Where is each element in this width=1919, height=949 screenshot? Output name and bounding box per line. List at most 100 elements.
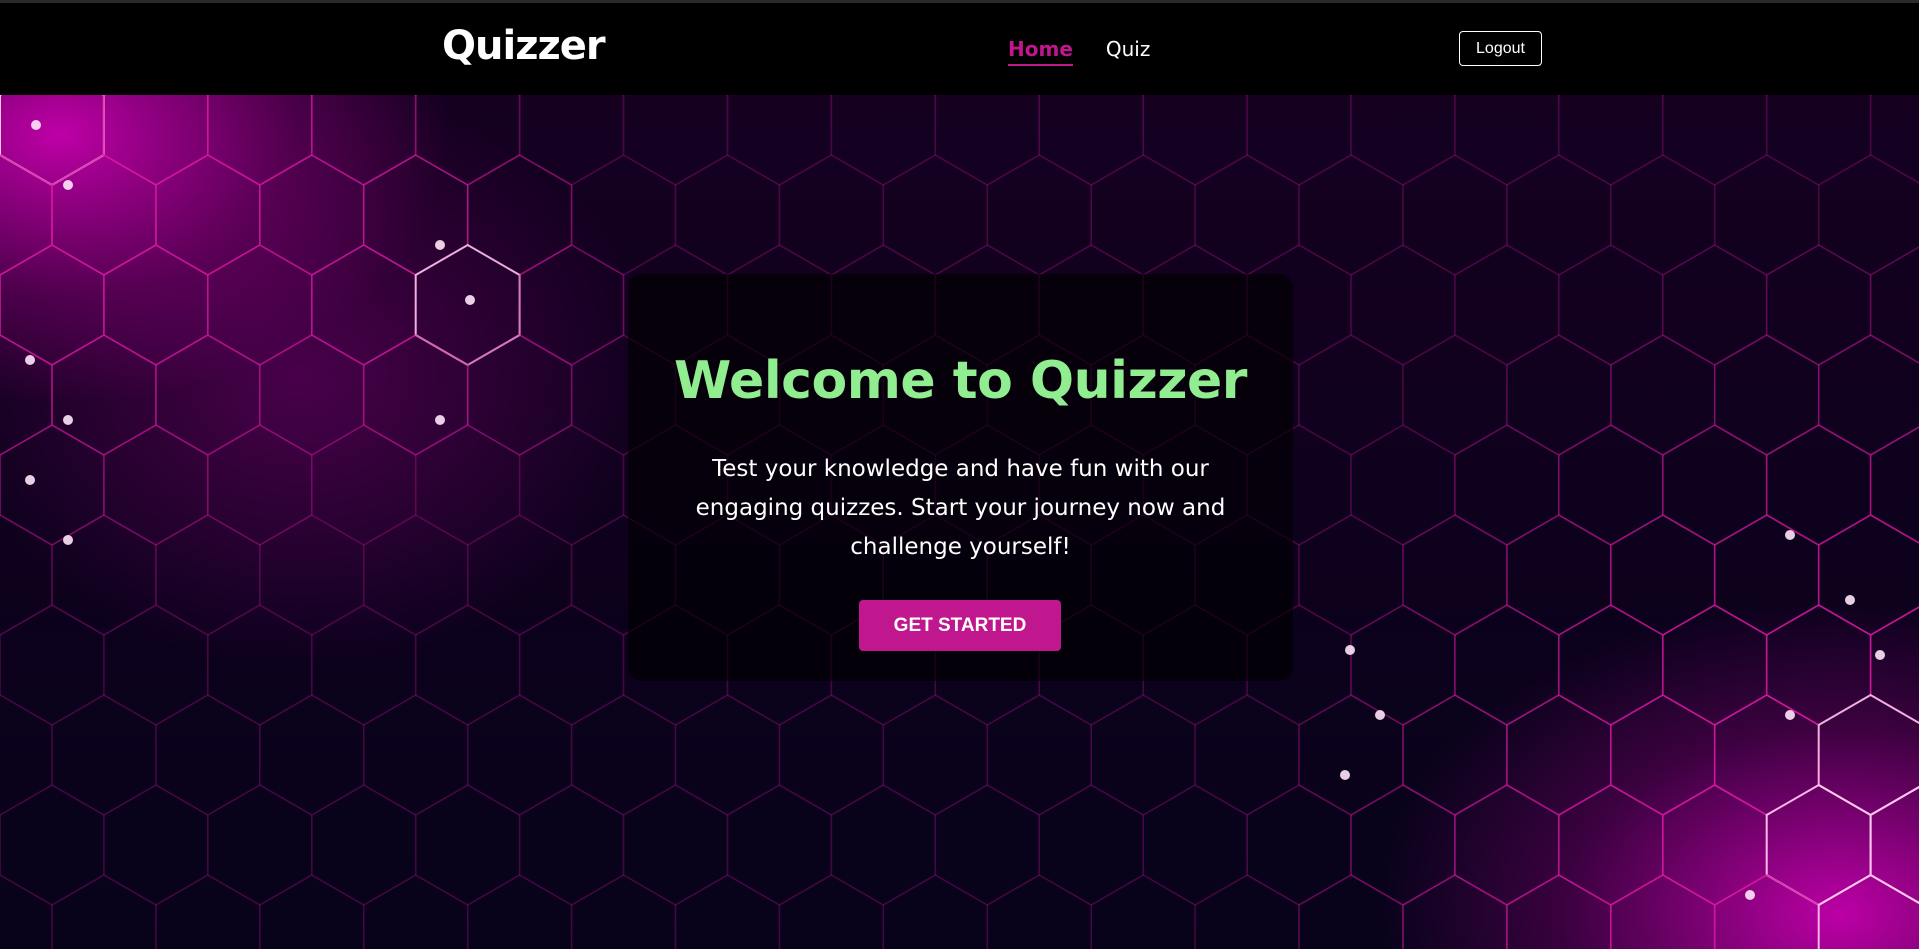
hexagon-cell — [1610, 514, 1716, 636]
hexagon-cell — [1558, 424, 1664, 546]
hexagon-cell — [1090, 154, 1196, 276]
hexagon-cell — [1454, 244, 1560, 366]
hexagon-cell — [103, 95, 209, 186]
hexagon-cell — [258, 334, 365, 456]
hexagon-cell — [1662, 424, 1768, 546]
hexagon-cell — [1506, 334, 1612, 456]
hexagon-cell — [414, 243, 521, 367]
hexagon-cell — [1662, 604, 1768, 726]
hexagon-cell — [570, 154, 677, 276]
glow-node — [435, 240, 445, 250]
hexagon-cell — [362, 514, 469, 636]
hexagon-cell — [1713, 874, 1820, 949]
hexagon-cell — [1350, 244, 1456, 366]
hexagon-cell — [258, 154, 365, 276]
hexagon-cell — [466, 154, 573, 276]
hexagon-cell — [0, 514, 53, 636]
glow-node — [1785, 530, 1795, 540]
hexagon-cell — [1610, 694, 1716, 816]
hexagon-cell — [1402, 874, 1508, 949]
glow-node — [1340, 770, 1350, 780]
hexagon-cell — [103, 784, 209, 906]
hexagon-cell — [207, 244, 313, 366]
hexagon-cell — [1869, 246, 1919, 364]
nav-home[interactable]: Home — [1008, 37, 1073, 66]
glow-node — [1375, 710, 1385, 720]
hexagon-cell — [934, 784, 1040, 906]
hexagon-cell — [103, 244, 209, 366]
hexagon-cell — [1402, 514, 1508, 636]
hexagon-cell — [0, 424, 105, 546]
hexagon-cell — [778, 874, 885, 949]
hexagon-cell — [1713, 334, 1820, 456]
hexagon-cell — [155, 514, 261, 636]
hexagon-cell — [1713, 154, 1820, 276]
hexagon-cell — [674, 694, 781, 816]
hexagon-cell — [466, 514, 573, 636]
hexagon-cell — [518, 784, 625, 906]
hexagon-cell — [51, 334, 157, 456]
glow-node — [465, 295, 475, 305]
hexagon-cell — [1817, 693, 1919, 817]
hexagon-cell — [1402, 694, 1508, 816]
brand-logo[interactable]: Quizzer — [442, 23, 606, 69]
hexagon-cell — [1246, 784, 1352, 906]
hexagon-cell — [1506, 154, 1612, 276]
hexagon-cell — [830, 95, 937, 186]
hexagon-cell — [1765, 783, 1872, 907]
hexagon-cell — [207, 784, 313, 906]
hexagon-cell — [1298, 694, 1404, 816]
hexagon-cell — [0, 244, 105, 366]
hexagon-cell — [1298, 154, 1404, 276]
glow-node — [63, 415, 73, 425]
hexagon-cell — [1869, 426, 1919, 544]
hexagon-cell — [882, 694, 989, 816]
glow-node — [435, 415, 445, 425]
nav-links: Home Quiz — [1008, 37, 1150, 66]
hexagon-cell — [310, 604, 417, 726]
hexagon-cell — [466, 694, 573, 816]
hexagon-cell — [207, 424, 313, 546]
hexagon-cell — [1817, 334, 1919, 456]
hexagon-cell — [1038, 784, 1144, 906]
hexagon-cell — [518, 95, 625, 186]
hexagon-cell — [310, 424, 417, 546]
hexagon-cell — [518, 604, 625, 726]
hexagon-cell — [1246, 95, 1352, 186]
hexagon-cell — [51, 514, 157, 636]
hexagon-cell — [882, 154, 989, 276]
hexagon-cell — [258, 694, 365, 816]
hexagon-cell — [1402, 334, 1508, 456]
hexagon-cell — [0, 154, 53, 276]
logout-button[interactable]: Logout — [1459, 31, 1542, 66]
get-started-button[interactable]: GET STARTED — [859, 600, 1061, 651]
hexagon-cell — [830, 784, 937, 906]
hexagon-cell — [1142, 784, 1248, 906]
hexagon-cell — [1350, 784, 1456, 906]
page: Quizzer Home Quiz Logout Welcome to Quiz… — [0, 0, 1919, 949]
hexagon-cell — [0, 334, 53, 456]
hexagon-cell — [778, 154, 885, 276]
hexagon-cell — [518, 424, 625, 546]
hexagon-cell — [1765, 244, 1872, 366]
hexagon-cell — [986, 874, 1092, 949]
hexagon-cell — [414, 424, 521, 546]
hexagon-cell — [778, 694, 885, 816]
hero-title: Welcome to Quizzer — [674, 351, 1247, 411]
hexagon-cell — [310, 95, 417, 186]
glow-node — [63, 180, 73, 190]
hexagon-cell — [51, 694, 157, 816]
hexagon-cell — [414, 95, 521, 186]
hexagon-cell — [1817, 873, 1919, 949]
hexagon-cell — [1610, 154, 1716, 276]
glow-node — [1845, 595, 1855, 605]
hexagon-cell — [1454, 784, 1560, 906]
hexagon-cell — [1454, 95, 1560, 186]
hexagon-cell — [1869, 606, 1919, 724]
glow-node — [1345, 645, 1355, 655]
hexagon-cell — [1558, 604, 1664, 726]
hexagon-cell — [934, 95, 1040, 186]
hexagon-cell — [362, 154, 469, 276]
hexagon-cell — [1350, 95, 1456, 186]
nav-quiz[interactable]: Quiz — [1106, 37, 1150, 66]
